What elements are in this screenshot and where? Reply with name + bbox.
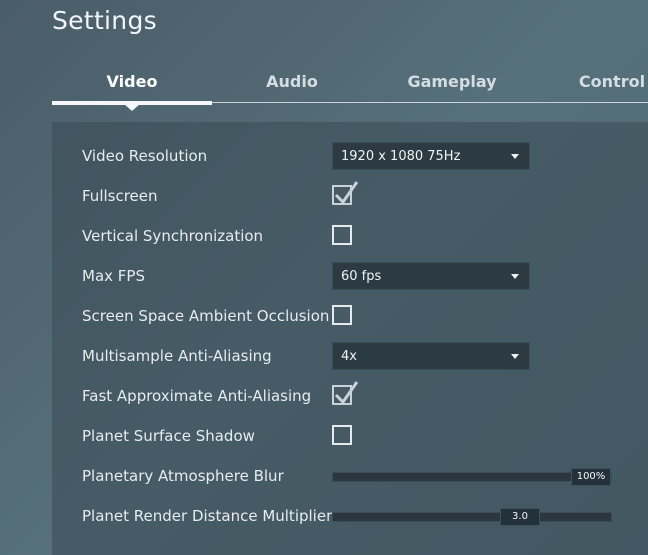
tab-bar: Video Audio Gameplay Control bbox=[52, 64, 648, 111]
slider-thumb[interactable]: 3.0 bbox=[500, 508, 540, 526]
vsync-checkbox[interactable] bbox=[332, 225, 352, 245]
checkmark-icon bbox=[334, 181, 359, 205]
tab-video[interactable]: Video bbox=[52, 72, 212, 91]
setting-row-max-fps: Max FPS 60 fps bbox=[82, 262, 642, 292]
setting-label: Planet Surface Shadow bbox=[82, 427, 255, 445]
setting-label: Vertical Synchronization bbox=[82, 227, 264, 245]
video-resolution-dropdown[interactable]: 1920 x 1080 75Hz bbox=[332, 142, 530, 170]
setting-row-video-resolution: Video Resolution 1920 x 1080 75Hz bbox=[82, 142, 642, 172]
video-settings-panel: Video Resolution 1920 x 1080 75Hz Fullsc… bbox=[52, 122, 648, 555]
slider-thumb[interactable]: 100% bbox=[571, 468, 611, 486]
setting-row-vsync: Vertical Synchronization bbox=[82, 222, 642, 252]
chevron-down-icon bbox=[511, 354, 519, 359]
dropdown-value: 4x bbox=[341, 349, 357, 364]
setting-row-fxaa: Fast Approximate Anti-Aliasing bbox=[82, 381, 642, 412]
setting-row-msaa: Multisample Anti-Aliasing 4x bbox=[82, 342, 642, 372]
setting-label: Max FPS bbox=[82, 267, 145, 285]
setting-row-fullscreen: Fullscreen bbox=[82, 181, 642, 212]
fxaa-checkbox[interactable] bbox=[332, 381, 359, 405]
setting-label: Video Resolution bbox=[82, 147, 208, 165]
planet-shadow-checkbox[interactable] bbox=[332, 425, 352, 445]
setting-row-planet-shadow: Planet Surface Shadow bbox=[82, 422, 642, 452]
tab-divider bbox=[212, 102, 648, 103]
setting-row-render-distance: Planet Render Distance Multiplier 3.0 bbox=[82, 502, 642, 532]
checkmark-icon bbox=[334, 381, 359, 405]
chevron-down-icon bbox=[511, 274, 519, 279]
ssao-checkbox[interactable] bbox=[332, 305, 352, 325]
setting-label: Fast Approximate Anti-Aliasing bbox=[82, 387, 312, 405]
render-distance-slider[interactable]: 3.0 bbox=[332, 508, 612, 526]
setting-label: Multisample Anti-Aliasing bbox=[82, 347, 272, 365]
tab-control[interactable]: Control bbox=[532, 72, 648, 91]
tab-gameplay[interactable]: Gameplay bbox=[372, 72, 532, 91]
fullscreen-checkbox[interactable] bbox=[332, 181, 359, 205]
atmosphere-blur-slider[interactable]: 100% bbox=[332, 468, 612, 486]
setting-row-ssao: Screen Space Ambient Occlusion bbox=[82, 302, 642, 332]
active-tab-caret-icon bbox=[124, 104, 140, 111]
setting-label: Fullscreen bbox=[82, 187, 158, 205]
dropdown-value: 1920 x 1080 75Hz bbox=[341, 149, 461, 164]
page-title: Settings bbox=[52, 6, 157, 35]
tab-audio[interactable]: Audio bbox=[212, 72, 372, 91]
dropdown-value: 60 fps bbox=[341, 269, 382, 284]
max-fps-dropdown[interactable]: 60 fps bbox=[332, 262, 530, 290]
msaa-dropdown[interactable]: 4x bbox=[332, 342, 530, 370]
chevron-down-icon bbox=[511, 154, 519, 159]
setting-label: Planetary Atmosphere Blur bbox=[82, 467, 284, 485]
setting-label: Planet Render Distance Multiplier bbox=[82, 507, 333, 525]
setting-row-atmosphere-blur: Planetary Atmosphere Blur 100% bbox=[82, 462, 642, 492]
setting-label: Screen Space Ambient Occlusion bbox=[82, 307, 330, 325]
